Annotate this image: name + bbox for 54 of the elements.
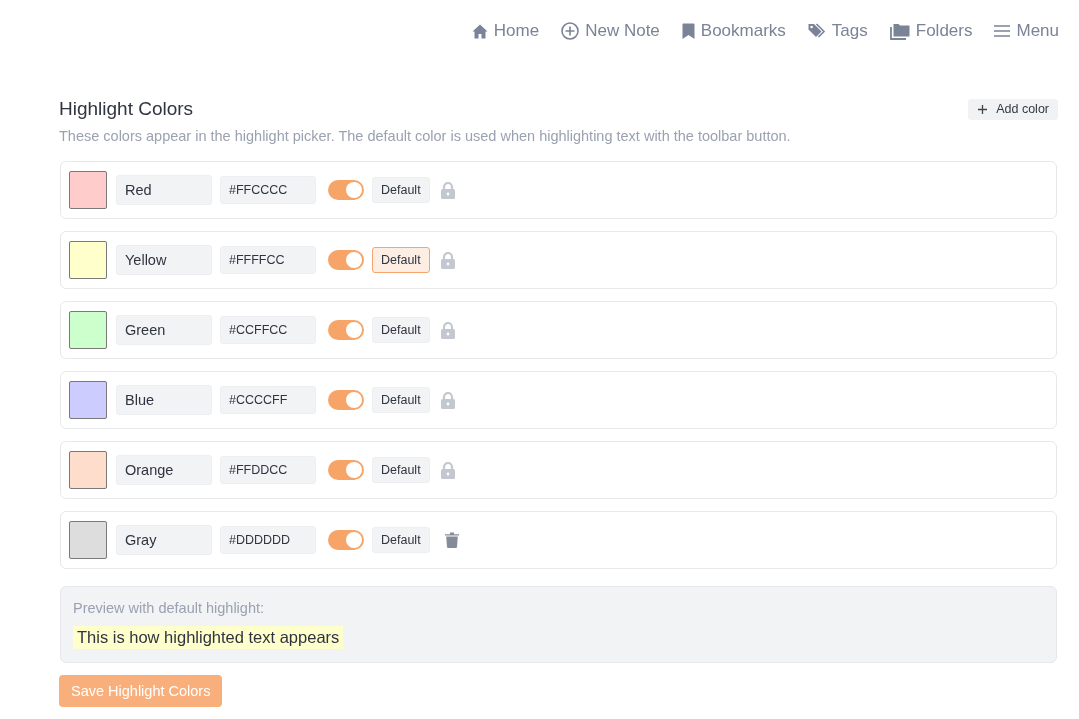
toggle-switch[interactable] [328, 320, 364, 340]
lock-icon [440, 391, 455, 409]
hex-field[interactable]: #CCCCFF [220, 386, 316, 414]
color-swatch[interactable] [69, 311, 107, 349]
toggle-switch[interactable] [328, 460, 364, 480]
bookmark-icon [681, 23, 695, 39]
nav-link[interactable]: Home [471, 21, 540, 41]
name-field[interactable]: Blue [116, 385, 212, 415]
default-button[interactable]: Default [372, 527, 430, 553]
toggle-switch[interactable] [328, 390, 364, 410]
color-swatch[interactable] [69, 171, 107, 209]
nav-link[interactable]: New Note [561, 21, 660, 41]
hex-field[interactable]: #CCFFCC [220, 316, 316, 344]
name-field[interactable]: Red [116, 175, 212, 205]
home-icon [471, 23, 488, 39]
lock-icon [440, 181, 455, 199]
color-swatch[interactable] [69, 381, 107, 419]
toggle-switch[interactable] [328, 180, 364, 200]
lock-icon [440, 461, 455, 479]
tags-icon [807, 23, 826, 39]
default-button[interactable]: Default [372, 247, 430, 273]
lock-icon [440, 321, 455, 339]
color-swatch[interactable] [69, 241, 107, 279]
toggle-switch[interactable] [328, 530, 364, 550]
default-button[interactable]: Default [372, 317, 430, 343]
hex-field[interactable]: #DDDDDD [220, 526, 316, 554]
name-field[interactable]: Green [116, 315, 212, 345]
add-color-button[interactable]: Add color [968, 98, 1058, 120]
plus-icon [978, 104, 988, 114]
nav-link[interactable]: Bookmarks [681, 21, 786, 41]
plus-circle-icon [561, 22, 580, 40]
name-field[interactable]: Orange [116, 455, 212, 485]
name-field[interactable]: Yellow [116, 245, 212, 275]
menu-icon [994, 25, 1011, 37]
nav-link[interactable]: Folders [889, 21, 973, 41]
highlighted-sample-text: This is how highlighted text appears [73, 626, 344, 649]
section-title: Highlight Colors [59, 98, 194, 120]
section-description: These colors appear in the highlight picker. The default color is used when highlighting text with the toolbar button. [59, 128, 792, 144]
default-button[interactable]: Default [372, 387, 430, 413]
nav-link[interactable]: Menu [994, 21, 1059, 41]
lock-icon [440, 251, 455, 269]
hex-field[interactable]: #FFFFCC [220, 246, 316, 274]
nav-link[interactable]: Tags [807, 21, 868, 41]
trash-icon[interactable] [444, 532, 459, 548]
toggle-switch[interactable] [328, 250, 364, 270]
color-swatch[interactable] [69, 451, 107, 489]
hex-field[interactable]: #FFCCCC [220, 176, 316, 204]
folders-icon [889, 22, 910, 40]
preview-label: Preview with default highlight: [73, 600, 266, 616]
default-button[interactable]: Default [372, 177, 430, 203]
hex-field[interactable]: #FFDDCC [220, 456, 316, 484]
default-button[interactable]: Default [372, 457, 430, 483]
color-swatch[interactable] [69, 521, 107, 559]
name-field[interactable]: Gray [116, 525, 212, 555]
